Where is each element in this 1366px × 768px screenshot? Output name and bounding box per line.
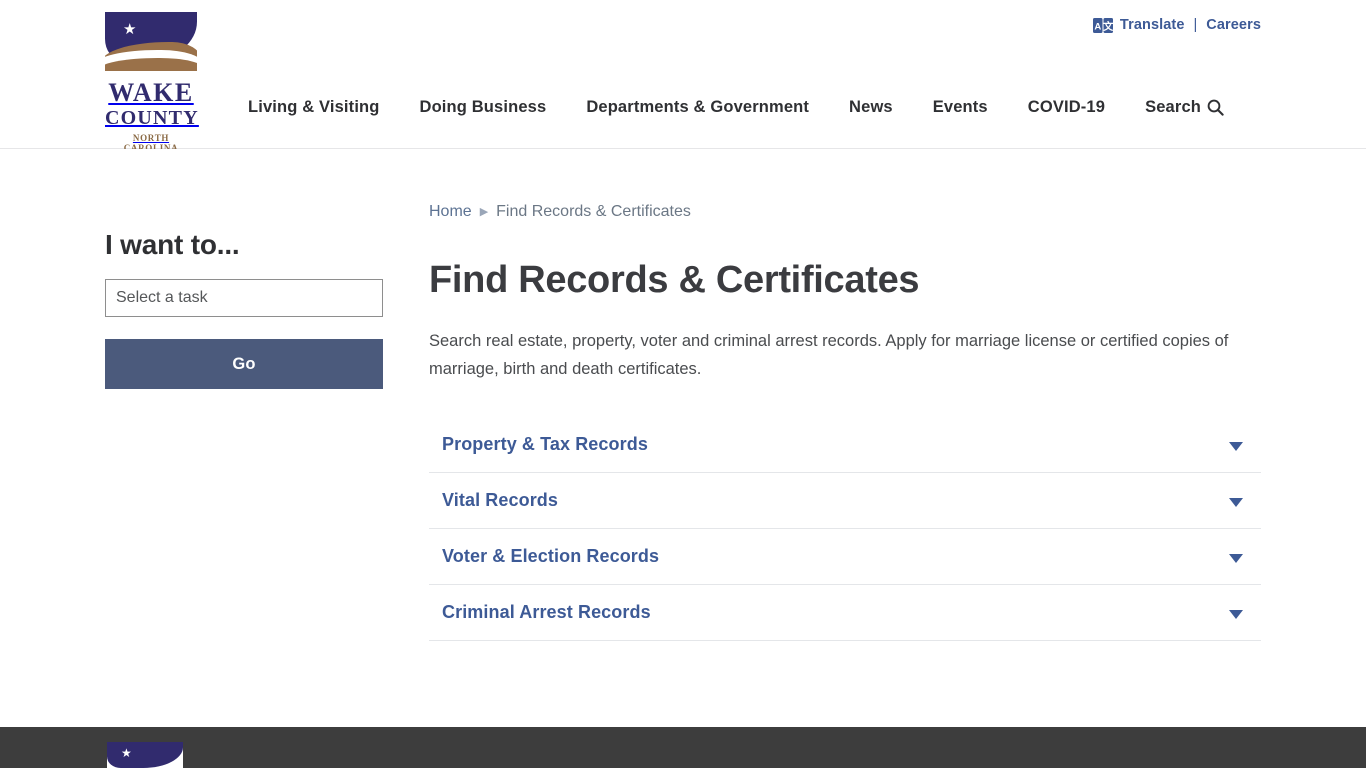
- nav-item-living-visiting[interactable]: Living & Visiting: [248, 98, 380, 117]
- accordion-label: Property & Tax Records: [442, 434, 648, 455]
- nav-item-covid-19[interactable]: COVID-19: [1028, 98, 1105, 117]
- nav-item-departments-government[interactable]: Departments & Government: [586, 98, 809, 117]
- site-header: ★ WAKE COUNTY NORTH CAROLINA A 文 Transla…: [0, 0, 1366, 153]
- accordion-item-vital-records[interactable]: Vital Records: [429, 473, 1261, 530]
- main-content: Home ▶ Find Records & Certificates Find …: [429, 203, 1261, 642]
- breadcrumb-home[interactable]: Home: [429, 203, 472, 221]
- chevron-down-icon[interactable]: [1229, 609, 1243, 619]
- sidebar: I want to... Select a task Go: [105, 229, 383, 389]
- accordion-item-voter-election-records[interactable]: Voter & Election Records: [429, 529, 1261, 586]
- records-accordion: Property & Tax Records Vital Records Vot…: [429, 417, 1261, 642]
- accordion-item-criminal-arrest-records[interactable]: Criminal Arrest Records: [429, 585, 1261, 642]
- page-description: Search real estate, property, voter and …: [429, 332, 1229, 378]
- svg-text:A: A: [1094, 21, 1101, 32]
- utility-separator: |: [1193, 17, 1198, 33]
- accordion-item-property-tax-records[interactable]: Property & Tax Records: [429, 417, 1261, 474]
- task-select-value: Select a task: [116, 289, 208, 306]
- page-body: I want to... Select a task Go Home ▶ Fin…: [0, 149, 1366, 727]
- breadcrumb: Home ▶ Find Records & Certificates: [429, 203, 1261, 221]
- logo-flag-graphic: ★: [105, 12, 197, 77]
- footer-logo-star-icon: ★: [121, 746, 132, 760]
- translate-link[interactable]: Translate: [1120, 17, 1185, 33]
- sidebar-title: I want to...: [105, 229, 240, 260]
- nav-item-news[interactable]: News: [849, 98, 893, 117]
- go-button[interactable]: Go: [105, 339, 383, 389]
- careers-link[interactable]: Careers: [1206, 17, 1261, 33]
- site-logo[interactable]: ★ WAKE COUNTY NORTH CAROLINA: [105, 12, 199, 153]
- search-icon[interactable]: [1207, 99, 1224, 116]
- footer-logo[interactable]: ★: [107, 742, 183, 768]
- main-navigation: Living & Visiting Doing Business Departm…: [248, 98, 1224, 117]
- search-label: Search: [1145, 98, 1202, 116]
- logo-wordmark-wake: WAKE: [108, 78, 194, 107]
- nav-item-doing-business[interactable]: Doing Business: [420, 98, 547, 117]
- breadcrumb-current: Find Records & Certificates: [496, 203, 691, 220]
- footer-logo-navy-field: [107, 742, 183, 768]
- site-footer: ★ WakeGOV About Wake County f Facebook: [0, 727, 1366, 768]
- nav-item-events[interactable]: Events: [933, 98, 988, 117]
- nav-item-search[interactable]: Search: [1145, 98, 1224, 117]
- accordion-label: Vital Records: [442, 490, 559, 511]
- page-title: Find Records & Certificates: [429, 259, 920, 301]
- svg-text:文: 文: [1103, 19, 1113, 32]
- logo-base: [105, 71, 197, 77]
- logo-star-icon: ★: [123, 21, 137, 38]
- accordion-label: Criminal Arrest Records: [442, 602, 651, 623]
- translate-icon[interactable]: A 文: [1092, 17, 1113, 33]
- chevron-down-icon[interactable]: [1229, 497, 1243, 507]
- task-select[interactable]: Select a task: [105, 279, 383, 317]
- chevron-down-icon[interactable]: [1229, 553, 1243, 563]
- utility-navigation: A 文 Translate | Careers: [1092, 17, 1261, 33]
- chevron-down-icon[interactable]: [1229, 441, 1243, 451]
- accordion-label: Voter & Election Records: [442, 546, 660, 567]
- logo-wordmark-county: COUNTY: [105, 106, 199, 129]
- breadcrumb-arrow-icon: ▶: [479, 205, 489, 218]
